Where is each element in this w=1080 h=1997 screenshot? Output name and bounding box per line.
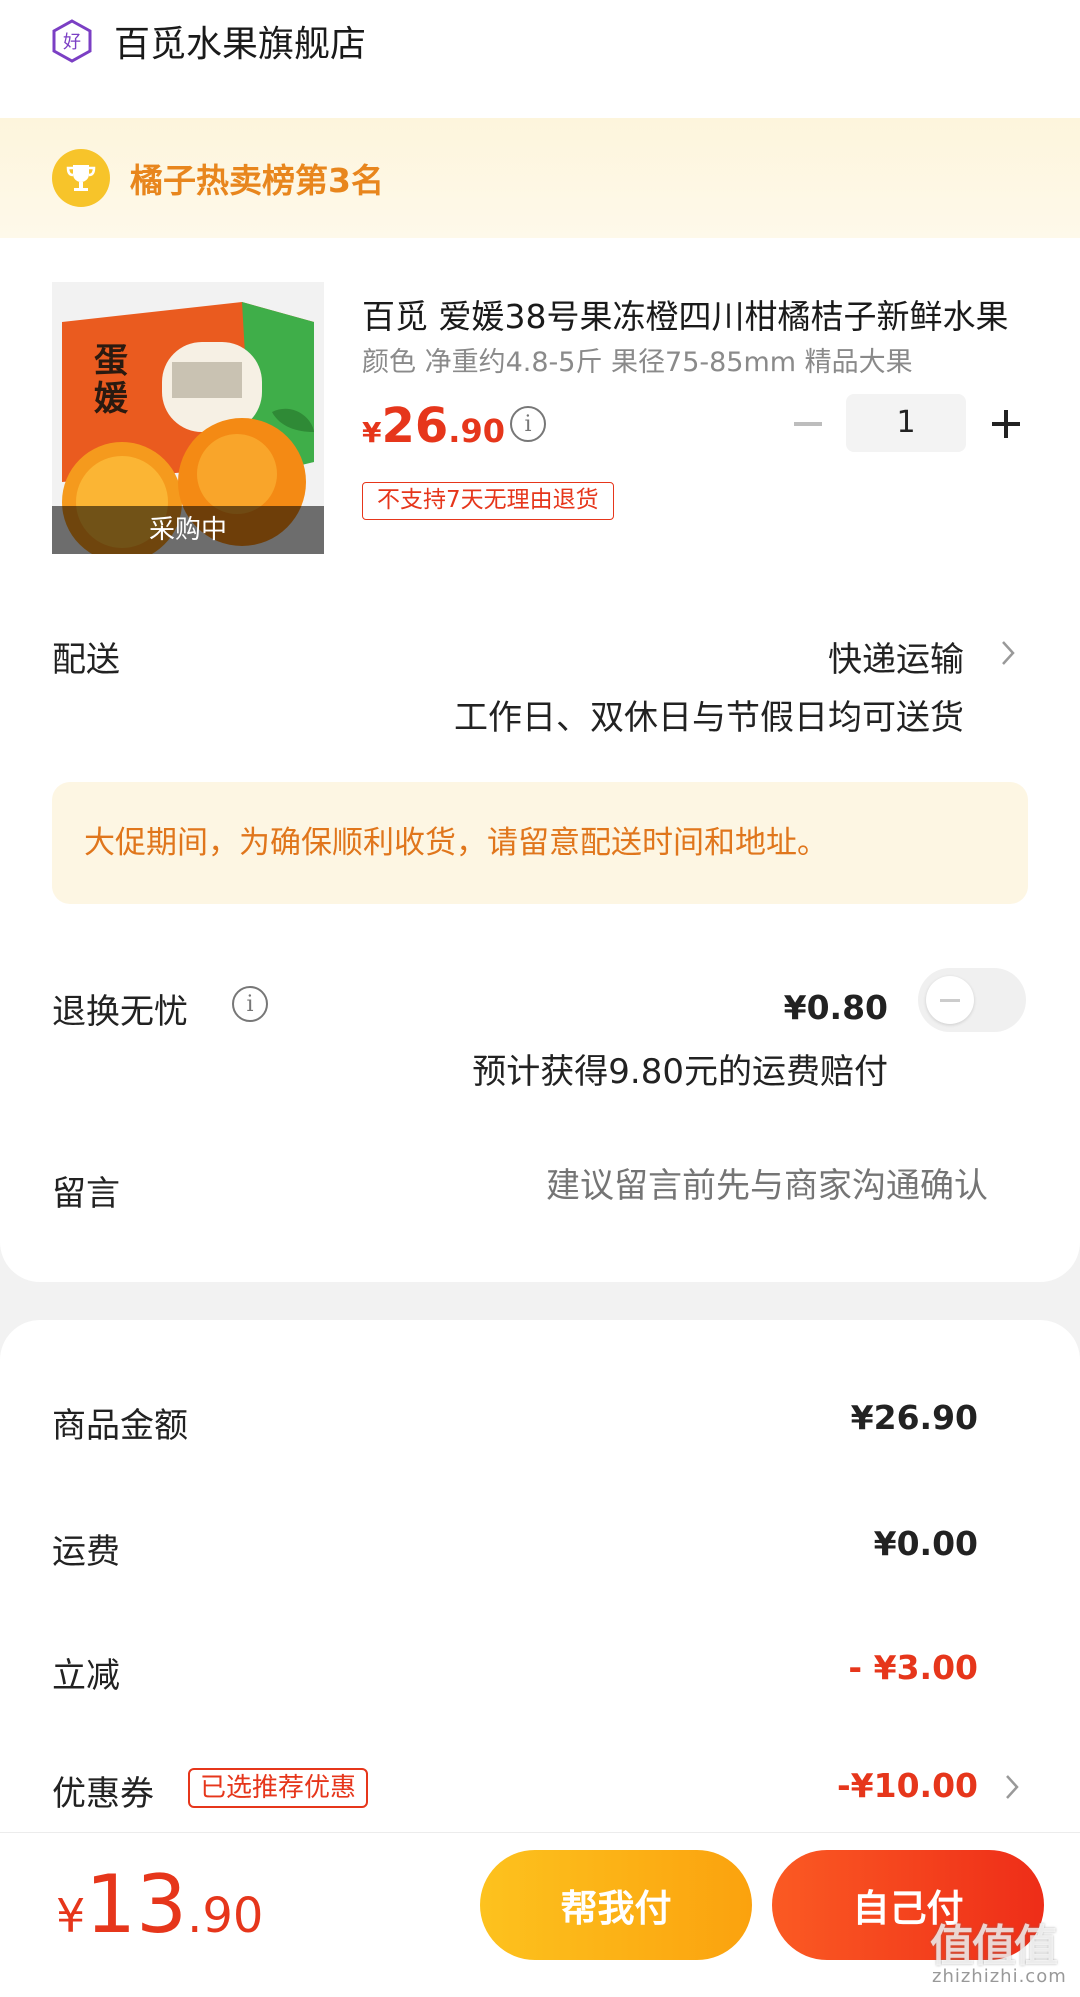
- return-insurance-label: 退换无忧: [52, 992, 188, 1032]
- total-integer: 13: [85, 1858, 188, 1951]
- product-spec[interactable]: 颜色 净重约4.8-5斤 果径75-85mm 精品大果: [362, 340, 913, 379]
- minus-icon[interactable]: [788, 404, 828, 444]
- price-integer: 26: [381, 398, 449, 454]
- shipping-note: 工作日、双休日与节假日均可送货: [454, 698, 964, 738]
- shipping-method[interactable]: 快递运输: [828, 632, 964, 681]
- ranking-text: 橘子热卖榜第3名: [130, 161, 384, 200]
- chevron-right-icon[interactable]: [998, 638, 1018, 668]
- goods-amount-value: ¥26.90: [850, 1398, 978, 1437]
- shop-header[interactable]: 好 百觅水果旗舰店: [52, 18, 367, 65]
- return-insurance-note: 预计获得9.80元的运费赔付: [472, 1052, 888, 1092]
- coupon-value[interactable]: -¥10.00: [837, 1766, 978, 1805]
- total-price: ¥ 13 .90: [56, 1858, 263, 1951]
- svg-text:蛋: 蛋: [94, 341, 128, 381]
- watermark: 值值值 zhizhizhi.com: [930, 1910, 1070, 1990]
- haodian-badge-icon: 好: [52, 19, 92, 63]
- help-me-pay-button[interactable]: 帮我付: [480, 1850, 752, 1960]
- coupon-label: 优惠券: [52, 1774, 154, 1814]
- message-input[interactable]: [428, 1166, 988, 1206]
- chevron-right-icon[interactable]: [1002, 1772, 1022, 1802]
- coupon-tag: 已选推荐优惠: [188, 1768, 369, 1808]
- message-label: 留言: [52, 1174, 120, 1214]
- freight-label: 运费: [52, 1532, 120, 1572]
- return-insurance-price: ¥0.80: [783, 988, 888, 1027]
- total-symbol: ¥: [56, 1889, 86, 1943]
- price-decimal: .90: [448, 412, 505, 450]
- shipping-label: 配送: [52, 640, 120, 680]
- product-thumbnail[interactable]: 蛋 媛 采购中: [52, 282, 324, 554]
- svg-text:好: 好: [63, 32, 81, 53]
- info-icon[interactable]: i: [232, 986, 268, 1022]
- thumbnail-status-overlay: 采购中: [52, 506, 324, 554]
- return-insurance-toggle[interactable]: [918, 968, 1026, 1032]
- svg-text:媛: 媛: [94, 379, 129, 419]
- plus-icon[interactable]: [986, 404, 1026, 444]
- instant-discount-label: 立减: [52, 1656, 120, 1696]
- toggle-knob: [926, 976, 974, 1024]
- price-info-icon[interactable]: i: [510, 406, 546, 442]
- goods-amount-label: 商品金额: [52, 1406, 188, 1446]
- no-return-tag: 不支持7天无理由退货: [362, 482, 614, 520]
- trophy-icon: [52, 149, 110, 207]
- shop-name: 百觅水果旗舰店: [114, 24, 367, 65]
- price-symbol: ¥: [362, 416, 382, 449]
- freight-value: ¥0.00: [873, 1524, 978, 1563]
- product-price: ¥ 26 .90: [362, 398, 505, 454]
- instant-discount-value: - ¥3.00: [848, 1648, 978, 1687]
- watermark-logo: 值值值: [930, 1921, 1058, 1972]
- promo-notice: 大促期间，为确保顺利收货，请留意配送时间和地址。: [52, 782, 1028, 904]
- ranking-banner[interactable]: 橘子热卖榜第3名: [0, 118, 1080, 238]
- total-decimal: .90: [187, 1888, 264, 1944]
- watermark-url: zhizhizhi.com: [932, 1966, 1067, 1987]
- quantity-input[interactable]: 1: [846, 394, 966, 452]
- product-title[interactable]: 百觅 爱媛38号果冻橙四川柑橘桔子新鲜水果: [362, 290, 1034, 338]
